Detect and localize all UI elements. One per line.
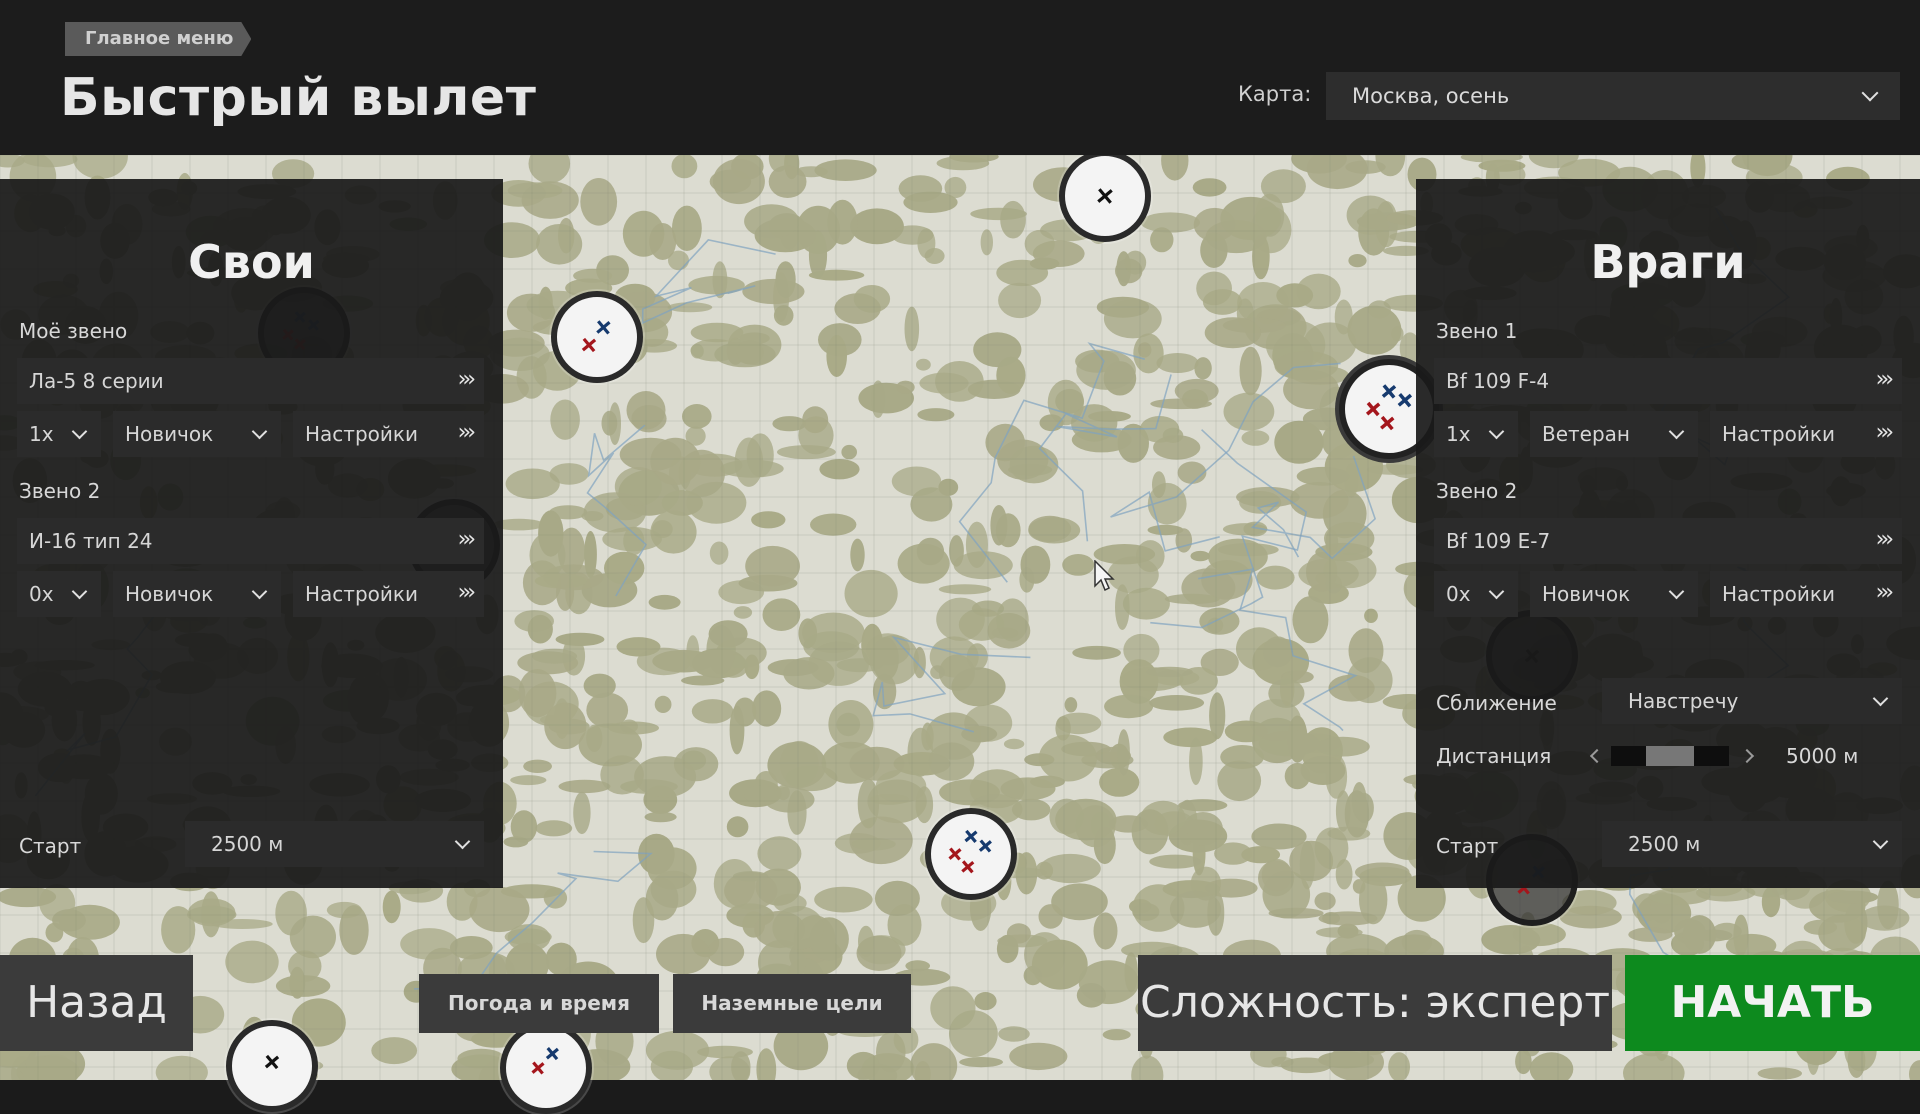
- enemy-flight-2-skill-select[interactable]: Новичок: [1530, 571, 1698, 617]
- approach-value: Навстречу: [1628, 689, 1739, 713]
- enemy-flight-2-settings-label: Настройки: [1722, 582, 1835, 606]
- chevron-down-icon: [251, 583, 268, 600]
- chevron-down-icon: [1488, 423, 1505, 440]
- double-chevron-right-icon: ›››: [1875, 367, 1895, 392]
- map-select-value: Москва, осень: [1352, 84, 1510, 108]
- chevron-down-icon: [454, 833, 471, 850]
- enemy-flight-2-skill-value: Новичок: [1542, 582, 1631, 606]
- enemy-flight-1-count-select[interactable]: 1х: [1434, 411, 1518, 457]
- enemy-flight-1-aircraft-value: Bf 109 F-4: [1446, 369, 1550, 393]
- flight-1-aircraft-select[interactable]: Ла-5 8 серии ›››: [17, 358, 484, 404]
- aircraft-marker-group[interactable]: [925, 808, 1017, 900]
- double-chevron-right-icon: ›››: [457, 420, 477, 445]
- enemy-flight-2-label: Звено 2: [1436, 479, 1518, 503]
- enemy-flight-2-count-value: 0х: [1446, 582, 1471, 606]
- flight-2-aircraft-select[interactable]: И-16 тип 24 ›››: [17, 518, 484, 564]
- friends-panel: Свои Моё звено Ла-5 8 серии ››› 1х Нович…: [0, 179, 503, 888]
- distance-value: 5000 м: [1786, 744, 1859, 768]
- enemies-start-altitude-value: 2500 м: [1628, 832, 1701, 856]
- enemies-start-label: Старт: [1436, 834, 1499, 858]
- chevron-down-icon: [251, 423, 268, 440]
- ground-targets-button[interactable]: Наземные цели: [673, 974, 911, 1033]
- chevron-down-icon: [1861, 84, 1879, 102]
- map-label: Карта:: [1238, 82, 1312, 106]
- distance-slider[interactable]: [1611, 746, 1729, 766]
- flight-2-skill-select[interactable]: Новичок: [113, 571, 281, 617]
- double-chevron-right-icon: ›››: [1875, 527, 1895, 552]
- page-title: Быстрый вылет: [60, 68, 537, 128]
- enemy-flight-2-aircraft-value: Bf 109 E-7: [1446, 529, 1551, 553]
- chevron-down-icon: [71, 583, 88, 600]
- chevron-down-icon: [1872, 833, 1889, 850]
- flight-2-label: Звено 2: [19, 479, 101, 503]
- aircraft-marker-neutral-bottom[interactable]: [226, 1020, 318, 1112]
- approach-select[interactable]: Навстречу: [1602, 678, 1902, 724]
- enemy-flight-2-aircraft-select[interactable]: Bf 109 E-7 ›››: [1434, 518, 1902, 564]
- enemy-flight-1-count-value: 1х: [1446, 422, 1471, 446]
- enemy-flight-1-skill-value: Ветеран: [1542, 422, 1631, 446]
- enemy-flight-1-skill-select[interactable]: Ветеран: [1530, 411, 1698, 457]
- flight-2-settings-label: Настройки: [305, 582, 418, 606]
- double-chevron-right-icon: ›››: [457, 580, 477, 605]
- friends-start-label: Старт: [19, 834, 82, 858]
- enemy-flight-1-label: Звено 1: [1436, 319, 1518, 343]
- difficulty-button[interactable]: Сложность: эксперт: [1138, 955, 1612, 1051]
- enemies-start-altitude-select[interactable]: 2500 м: [1602, 821, 1902, 867]
- flight-2-count-value: 0х: [29, 582, 54, 606]
- friends-title: Свои: [188, 235, 315, 289]
- back-button[interactable]: Назад: [0, 955, 193, 1051]
- flight-1-count-value: 1х: [29, 422, 54, 446]
- flight-1-aircraft-value: Ла-5 8 серии: [29, 369, 164, 393]
- chevron-right-icon[interactable]: [1739, 748, 1755, 764]
- map-select[interactable]: Москва, осень: [1326, 72, 1900, 120]
- mouse-cursor-icon: [1094, 560, 1115, 592]
- chevron-left-icon[interactable]: [1589, 748, 1605, 764]
- chevron-down-icon: [1872, 690, 1889, 707]
- start-button[interactable]: НАЧАТЬ: [1625, 955, 1920, 1051]
- weather-time-button[interactable]: Погода и время: [419, 974, 659, 1033]
- enemy-flight-2-settings-button[interactable]: Настройки ›››: [1710, 571, 1902, 617]
- flight-2-skill-value: Новичок: [125, 582, 214, 606]
- flight-1-count-select[interactable]: 1х: [17, 411, 101, 457]
- enemy-flight-1-settings-label: Настройки: [1722, 422, 1835, 446]
- enemy-flight-1-aircraft-select[interactable]: Bf 109 F-4 ›››: [1434, 358, 1902, 404]
- flight-2-count-select[interactable]: 0х: [17, 571, 101, 617]
- flight-2-aircraft-value: И-16 тип 24: [29, 529, 153, 553]
- chevron-down-icon: [71, 423, 88, 440]
- flight-2-settings-button[interactable]: Настройки ›››: [293, 571, 484, 617]
- header: Главное меню Быстрый вылет Карта: Москва…: [0, 0, 1920, 155]
- friends-start-altitude-select[interactable]: 2500 м: [185, 821, 484, 867]
- flight-1-skill-value: Новичок: [125, 422, 214, 446]
- distance-label: Дистанция: [1436, 744, 1552, 768]
- flight-1-settings-label: Настройки: [305, 422, 418, 446]
- aircraft-marker-pair[interactable]: [551, 291, 643, 383]
- chevron-down-icon: [1668, 423, 1685, 440]
- aircraft-marker-neutral[interactable]: [1059, 150, 1151, 242]
- enemy-flight-2-count-select[interactable]: 0х: [1434, 571, 1518, 617]
- chevron-down-icon: [1668, 583, 1685, 600]
- flight-1-settings-button[interactable]: Настройки ›››: [293, 411, 484, 457]
- chevron-down-icon: [1488, 583, 1505, 600]
- breadcrumb-main-menu[interactable]: Главное меню: [65, 22, 251, 56]
- double-chevron-right-icon: ›››: [457, 527, 477, 552]
- enemies-title: Враги: [1590, 235, 1746, 289]
- flight-1-label: Моё звено: [19, 319, 128, 343]
- approach-label: Сближение: [1436, 691, 1557, 715]
- double-chevron-right-icon: ›››: [1875, 420, 1895, 445]
- aircraft-marker-pair-bottom[interactable]: [500, 1022, 592, 1114]
- double-chevron-right-icon: ›››: [457, 367, 477, 392]
- enemy-flight-1-settings-button[interactable]: Настройки ›››: [1710, 411, 1902, 457]
- friends-start-altitude-value: 2500 м: [211, 832, 284, 856]
- enemies-panel: Враги Звено 1 Bf 109 F-4 ››› 1х Ветеран …: [1416, 179, 1920, 888]
- double-chevron-right-icon: ›››: [1875, 580, 1895, 605]
- flight-1-skill-select[interactable]: Новичок: [113, 411, 281, 457]
- distance-slider-fill: [1646, 746, 1694, 766]
